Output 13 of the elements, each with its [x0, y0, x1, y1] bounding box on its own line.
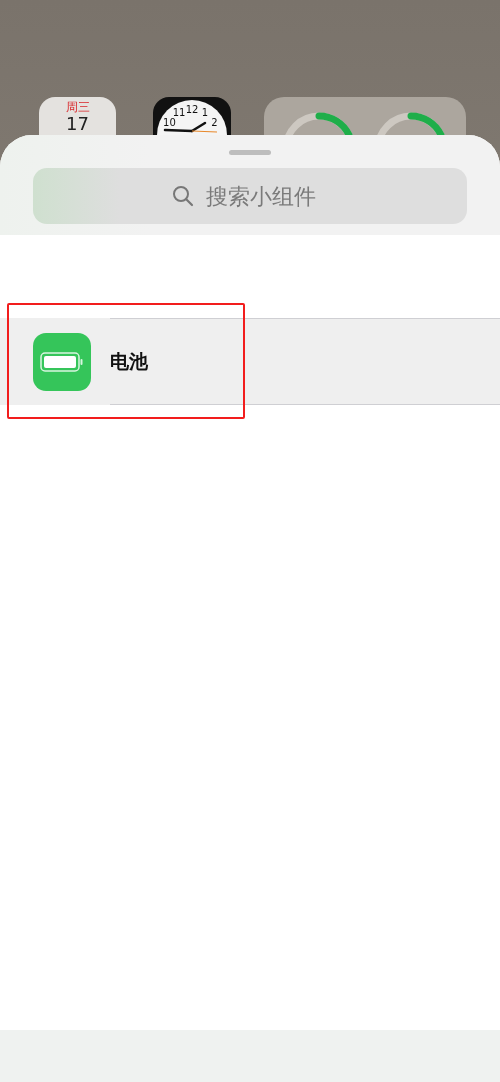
- calendar-widget[interactable]: 周三 17: [39, 97, 116, 135]
- clock-numeral: 10: [163, 116, 176, 128]
- clock-widget[interactable]: 1112 1 10 2: [153, 97, 231, 135]
- item-label: 电池: [110, 348, 148, 374]
- date-number: 17: [66, 114, 89, 134]
- clock-numeral: 2: [211, 116, 218, 128]
- clock-numeral: 12: [185, 103, 199, 115]
- search-field[interactable]: 搜索小组件: [33, 168, 467, 224]
- weekday-label: 周三: [65, 100, 90, 114]
- widget-list-item[interactable]: 电池: [0, 318, 500, 405]
- battery-icon: [33, 332, 91, 391]
- clock-numeral: 1: [201, 107, 209, 118]
- clock-numeral: 11: [172, 107, 186, 118]
